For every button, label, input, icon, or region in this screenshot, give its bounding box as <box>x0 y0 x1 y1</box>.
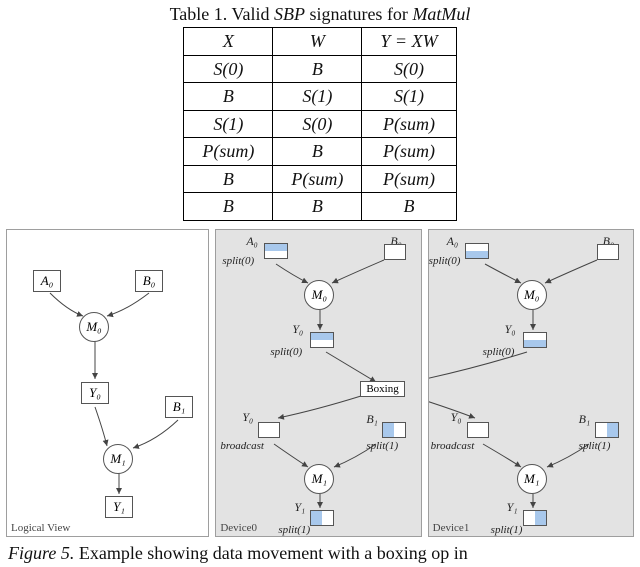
col-Y: Y = XW <box>362 28 456 56</box>
label-Y1: Y₁ <box>294 500 305 515</box>
tensor-B0 <box>384 244 406 260</box>
tensor-Y1 <box>310 510 334 526</box>
table-row: S(0)BS(0) <box>184 55 456 83</box>
ann-split0-a-d1: split(0) <box>429 255 461 267</box>
figure-number: Figure 5. <box>8 543 74 563</box>
tensor-A0-d1 <box>465 243 489 259</box>
node-M0: M₀ <box>79 312 109 342</box>
table-row: P(sum)BP(sum) <box>184 138 456 166</box>
label-Y0-d1: Y₀ <box>505 322 516 337</box>
panel-label: Logical View <box>11 522 70 534</box>
label-Y0b: Y₀ <box>242 410 253 425</box>
col-X: X <box>184 28 273 56</box>
table-row: BP(sum)P(sum) <box>184 165 456 193</box>
ann-split0-y0-d1: split(0) <box>483 346 515 358</box>
figure-diagram: A₀ B₀ M₀ Y₀ B₁ M₁ Y₁ Logical View A₀ spl… <box>0 227 640 537</box>
node-M1-d0: M₁ <box>304 464 334 494</box>
label-B1: B₁ <box>366 412 378 427</box>
label-Y0b-d1: Y₀ <box>451 410 462 425</box>
ann-broadcast-d1: broadcast <box>431 440 475 452</box>
table-row: BBB <box>184 193 456 221</box>
node-M0-d1: M₀ <box>517 280 547 310</box>
label-B1-d1: B₁ <box>579 412 591 427</box>
panel-label: Device1 <box>433 522 470 534</box>
node-M1: M₁ <box>103 444 133 474</box>
ann-split0-a: split(0) <box>222 255 254 267</box>
node-M0-d0: M₀ <box>304 280 334 310</box>
panel-label: Device0 <box>220 522 257 534</box>
table-title: Table 1. Valid SBP signatures for MatMul <box>70 4 570 25</box>
tensor-Y0-d1 <box>523 332 547 348</box>
node-A0: A₀ <box>33 270 61 292</box>
table-block: Table 1. Valid SBP signatures for MatMul… <box>0 0 640 227</box>
panel-device0: A₀ split(0) B₀ M₀ Y₀ split(0) Boxing Y₀ … <box>215 229 421 537</box>
table-row: BS(1)S(1) <box>184 83 456 111</box>
panel-logical-view: A₀ B₀ M₀ Y₀ B₁ M₁ Y₁ Logical View <box>6 229 209 537</box>
ann-split1-b1-d1: split(1) <box>579 440 611 452</box>
panel-device1: A₀ split(0) B₀ M₀ Y₀ split(0) Y₀ broadca… <box>428 229 634 537</box>
col-W: W <box>273 28 362 56</box>
node-Y0: Y₀ <box>81 382 109 404</box>
node-B0: B₀ <box>135 270 163 292</box>
tensor-B1-d1 <box>595 422 619 438</box>
node-Y1: Y₁ <box>105 496 133 518</box>
label-Y1-d1: Y₁ <box>507 500 518 515</box>
label-Y0: Y₀ <box>292 322 303 337</box>
tensor-Y0-broadcast <box>258 422 280 438</box>
ann-split1-b1: split(1) <box>366 440 398 452</box>
ann-split0-y0: split(0) <box>270 346 302 358</box>
label-A0: A₀ <box>447 234 459 249</box>
tensor-A0 <box>264 243 288 259</box>
node-M1-d1: M₁ <box>517 464 547 494</box>
tensor-Y1-d1 <box>523 510 547 526</box>
ann-split1-y1-d1: split(1) <box>491 524 523 536</box>
tensor-Y0 <box>310 332 334 348</box>
ann-broadcast: broadcast <box>220 440 264 452</box>
tensor-Y0-broadcast-d1 <box>467 422 489 438</box>
table-number: Table 1. <box>170 4 228 24</box>
sbp-table: X W Y = XW S(0)BS(0) BS(1)S(1) S(1)S(0)P… <box>183 27 456 221</box>
node-B1: B₁ <box>165 396 193 418</box>
label-A0: A₀ <box>246 234 258 249</box>
table-row: S(1)S(0)P(sum) <box>184 110 456 138</box>
table-header-row: X W Y = XW <box>184 28 456 56</box>
tensor-B1 <box>382 422 406 438</box>
ann-split1-y1: split(1) <box>278 524 310 536</box>
boxing-op: Boxing <box>360 381 404 397</box>
figure-caption: Figure 5. Example showing data movement … <box>0 537 640 564</box>
tensor-B0-d1 <box>597 244 619 260</box>
